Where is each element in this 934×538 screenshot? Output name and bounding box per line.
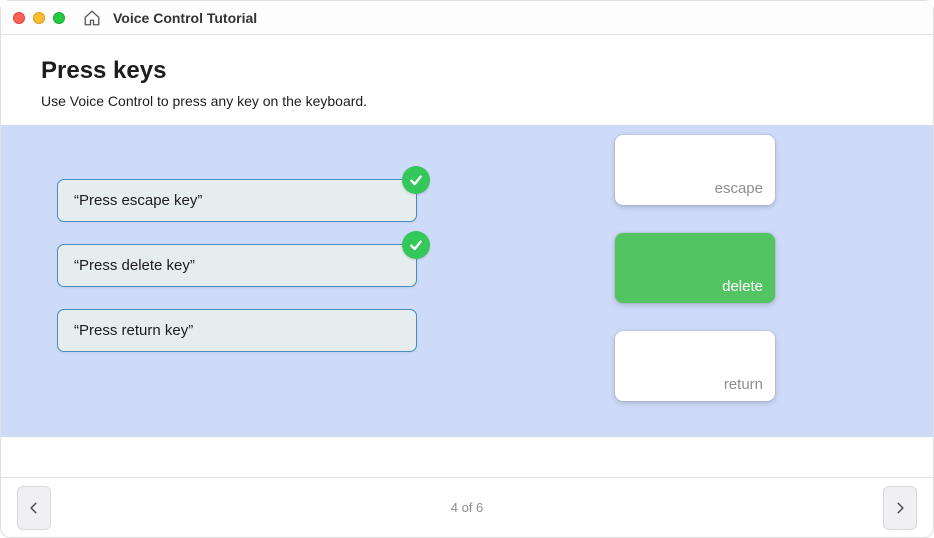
key-delete: delete: [615, 233, 775, 303]
key-label: escape: [715, 180, 763, 197]
previous-button[interactable]: [17, 486, 51, 530]
command-text: “Press return key”: [74, 322, 193, 339]
key-return: return: [615, 331, 775, 401]
key-label: delete: [722, 278, 763, 295]
next-button[interactable]: [883, 486, 917, 530]
maximize-button[interactable]: [53, 12, 65, 24]
key-escape: escape: [615, 135, 775, 205]
command-text: “Press escape key”: [74, 192, 202, 209]
command-item: “Press delete key”: [57, 244, 417, 287]
window-title: Voice Control Tutorial: [113, 10, 257, 26]
checkmark-icon: [402, 231, 430, 259]
home-icon[interactable]: [83, 9, 101, 27]
command-item: “Press escape key”: [57, 179, 417, 222]
header: Press keys Use Voice Control to press an…: [1, 35, 933, 125]
command-item: “Press return key”: [57, 309, 417, 352]
titlebar: Voice Control Tutorial: [1, 1, 933, 35]
page-subtitle: Use Voice Control to press any key on th…: [41, 93, 893, 109]
content-area: “Press escape key” “Press delete key” “P…: [1, 125, 933, 437]
page-indicator: 4 of 6: [451, 500, 484, 515]
page-title: Press keys: [41, 57, 893, 85]
command-text: “Press delete key”: [74, 257, 195, 274]
key-visuals: escape delete return: [615, 135, 775, 401]
minimize-button[interactable]: [33, 12, 45, 24]
key-label: return: [724, 376, 763, 393]
traffic-lights: [13, 12, 65, 24]
close-button[interactable]: [13, 12, 25, 24]
command-list: “Press escape key” “Press delete key” “P…: [57, 179, 417, 352]
footer: 4 of 6: [1, 477, 933, 537]
checkmark-icon: [402, 166, 430, 194]
